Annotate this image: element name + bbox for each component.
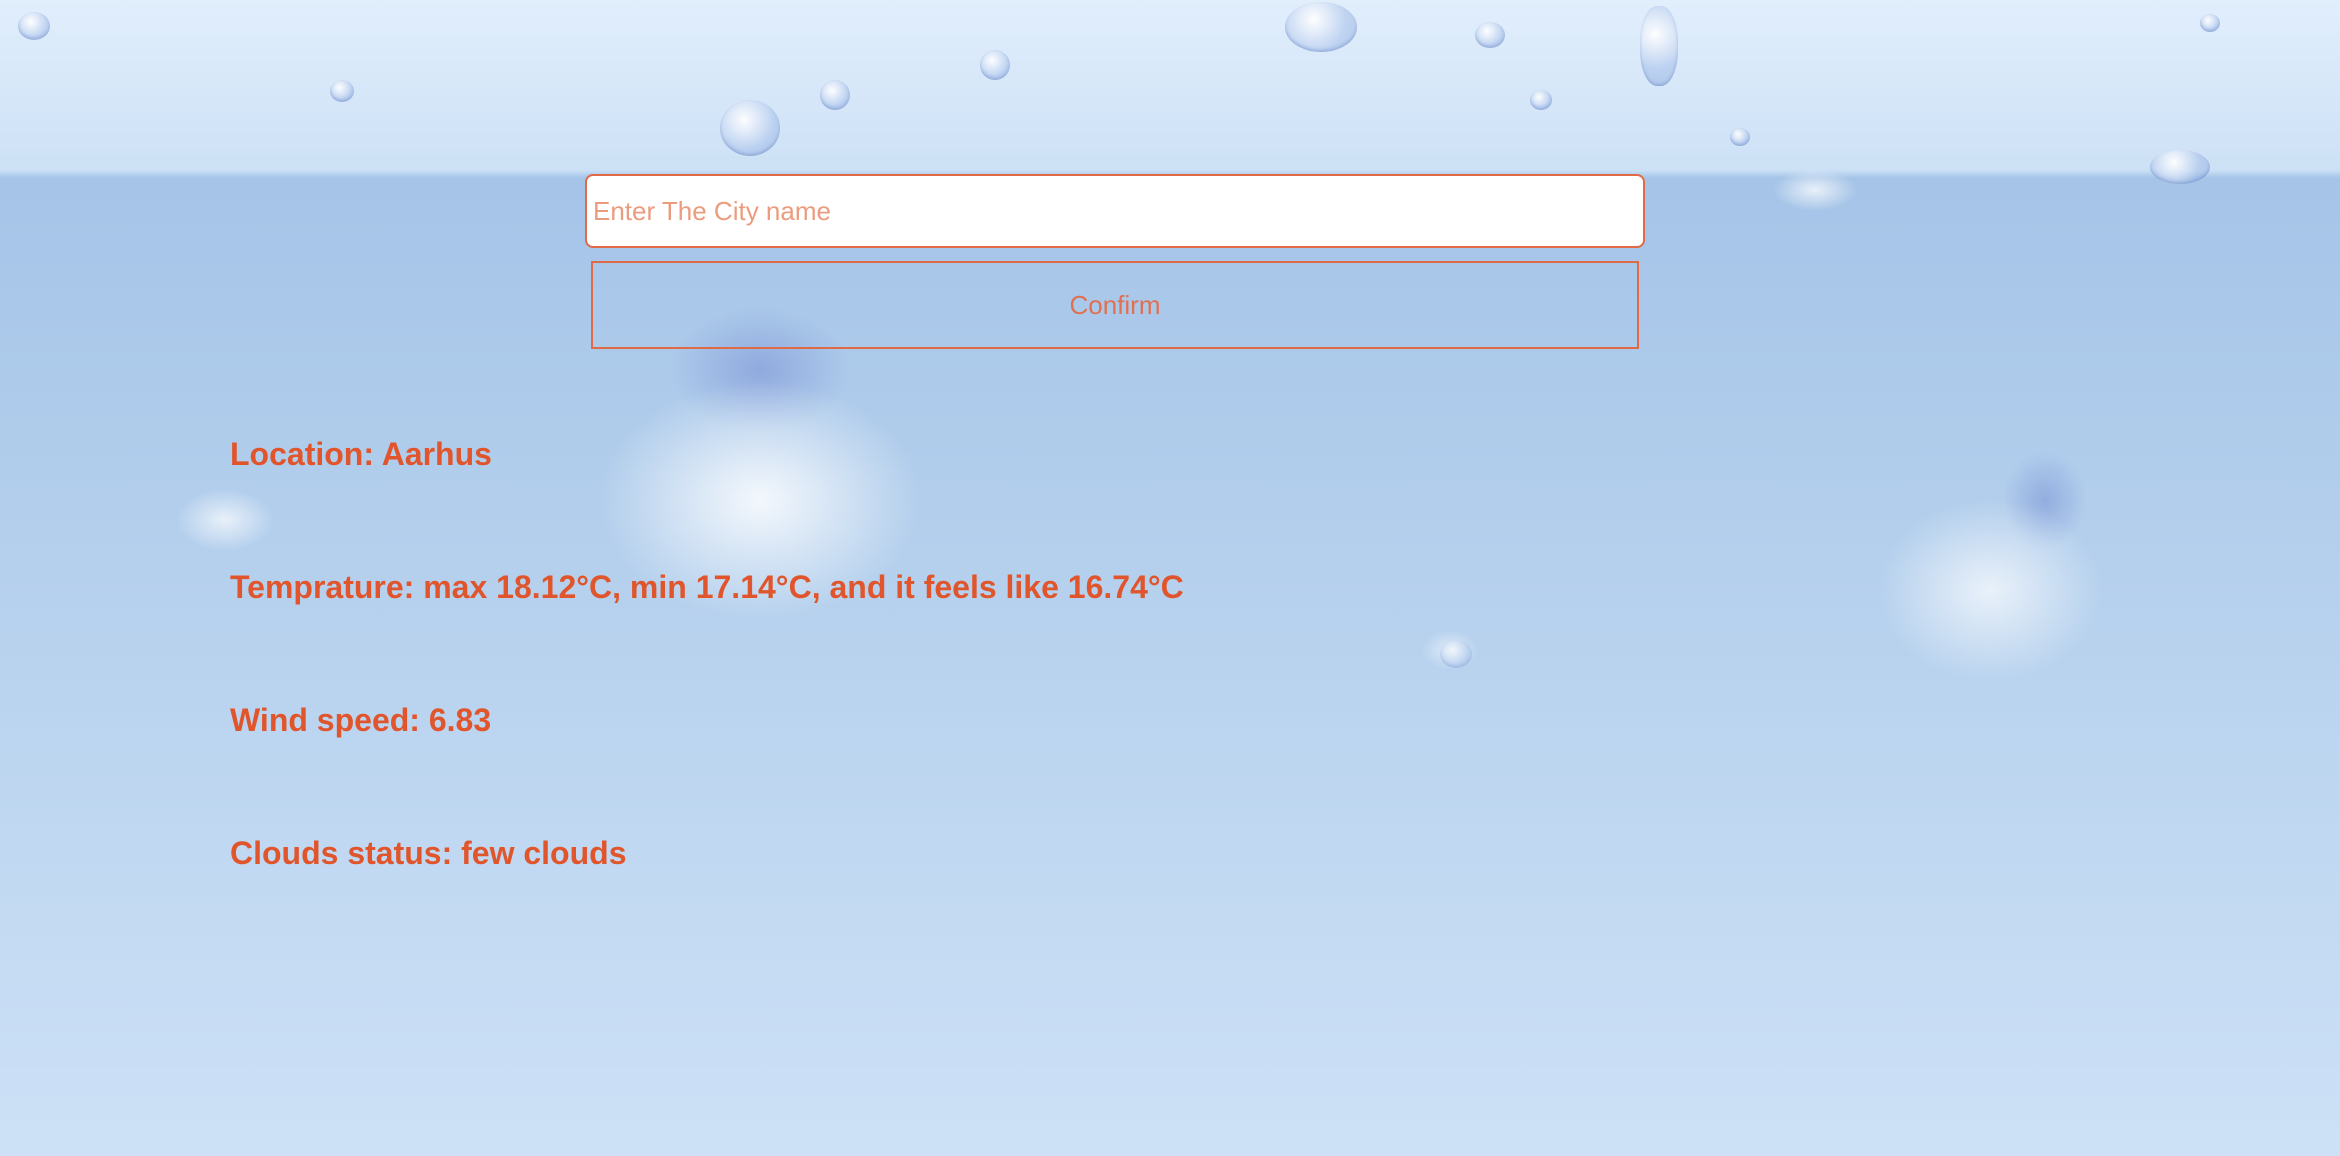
location-text: Location: Aarhus [230, 436, 492, 472]
water-drop [1530, 90, 1552, 110]
water-drop [820, 80, 850, 110]
water-drop [980, 50, 1010, 80]
water-drop [1285, 2, 1357, 52]
temperature-text: Temprature: max 18.12°C, min 17.14°C, an… [230, 569, 1184, 605]
water-drop [2200, 14, 2220, 32]
water-drop [720, 100, 780, 156]
confirm-button[interactable]: Confirm [591, 261, 1639, 349]
water-drop [1440, 640, 1472, 668]
water-drop [1730, 128, 1750, 146]
water-drop [1475, 22, 1505, 48]
wind-speed-text: Wind speed: 6.83 [230, 702, 492, 738]
city-name-input[interactable] [585, 174, 1645, 248]
water-drop [1640, 6, 1678, 86]
water-drop [330, 80, 354, 102]
water-drop [18, 12, 50, 40]
water-drop [2150, 150, 2210, 184]
clouds-status-text: Clouds status: few clouds [230, 835, 627, 871]
